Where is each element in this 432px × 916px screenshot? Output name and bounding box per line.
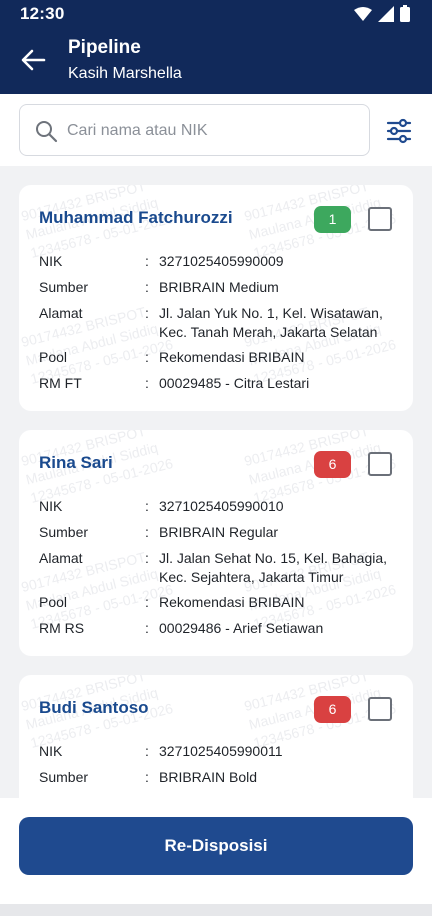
back-arrow-icon[interactable] [20,47,46,73]
page-subtitle: Kasih Marshella [68,65,182,82]
battery-icon [400,5,410,22]
search-bar-row [0,94,432,166]
status-bar: 12:30 [0,0,432,28]
count-badge: 6 [314,696,351,723]
re-disposisi-button[interactable]: Re-Disposisi [19,817,413,875]
bottom-action-bar: Re-Disposisi [0,798,432,904]
select-checkbox[interactable] [368,207,392,231]
count-badge: 1 [314,206,351,233]
customer-name: Muhammad Fatchurozzi [39,208,233,227]
status-time: 12:30 [20,4,65,23]
system-navigation-bar [0,904,432,916]
select-checkbox[interactable] [368,697,392,721]
pipeline-card[interactable]: 90174432 BRISPOT Maulana Abdul Siddiq 1234… [19,675,413,798]
search-box[interactable] [19,104,370,156]
signal-icon [378,5,394,22]
pipeline-card[interactable]: 90174432 BRISPOT Maulana Abdul Siddiq 1234… [19,430,413,656]
customer-name: Budi Santoso [39,698,149,717]
select-checkbox[interactable] [368,452,392,476]
filter-sliders-icon[interactable] [385,117,413,145]
pipeline-list[interactable]: 90174432 BRISPOT Maulana Abdul Siddiq 1234… [0,166,432,798]
search-icon [36,121,58,143]
page-title: Pipeline [68,37,141,58]
top-app-bar: 12:30 Pipeline Kasih Marshella [0,0,432,94]
search-input[interactable] [67,117,357,145]
status-icons [354,5,410,22]
customer-name: Rina Sari [39,453,113,472]
count-badge: 6 [314,451,351,478]
pipeline-card[interactable]: 90174432 BRISPOT Maulana Abdul Siddiq 1234… [19,185,413,411]
wifi-icon [354,6,372,21]
